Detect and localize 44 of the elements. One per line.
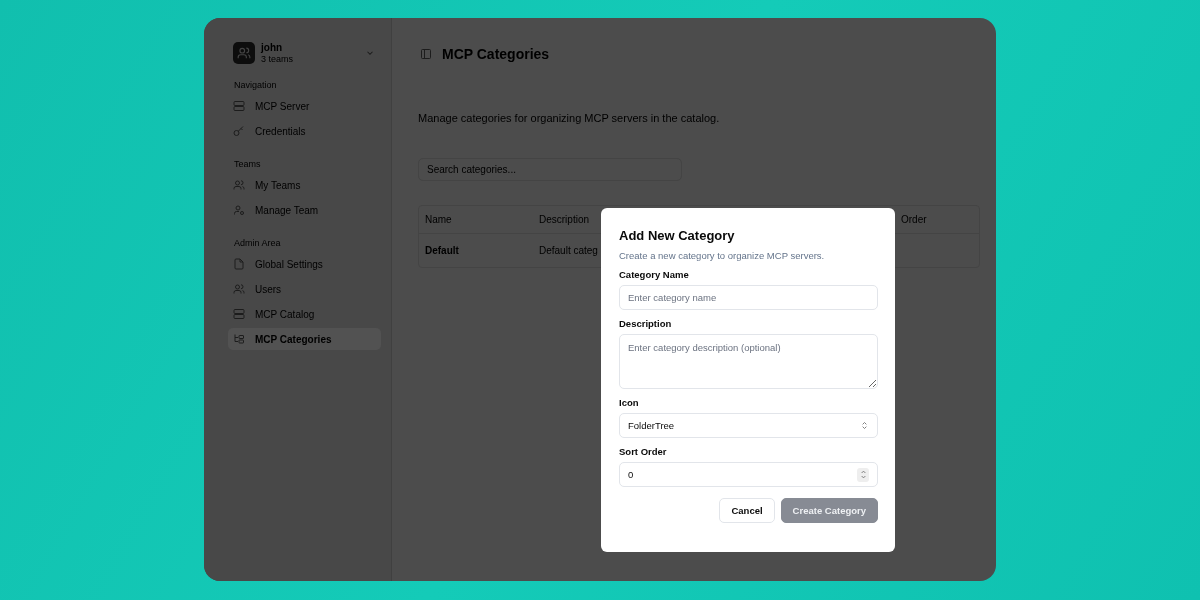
server-icon [233,308,245,320]
section-label: Navigation [234,80,278,90]
users-icon [233,179,245,191]
section-label: Admin Area [234,238,282,248]
sidebar-item[interactable]: Manage Team [228,199,381,221]
section-label: Teams [234,159,262,169]
table-cell-text: Default [424,245,459,256]
search-field[interactable]: Search categories... [418,158,682,181]
user-cog-icon [233,204,245,216]
number-field[interactable]: 0 [619,462,878,487]
field-label: Sort Order [619,446,667,457]
sidebar-item[interactable]: My Teams [228,174,381,196]
select-field[interactable]: FolderTree [619,413,878,438]
field-label: Category Name [619,269,689,280]
spinner-icon[interactable] [857,467,869,482]
dialog-subtitle: Create a new category to organize MCP servers. [619,250,825,261]
users-icon [233,283,245,295]
sidebar-item[interactable]: Global Settings [228,253,381,275]
table-cell-text: Default categ [538,245,598,256]
input-field[interactable]: Enter category name [619,285,878,310]
column-header: Name [424,214,452,225]
team-count: 3 teams [261,54,294,64]
textarea-field[interactable]: Enter category description (optional) [619,334,878,389]
page-title: MCP Categories [442,46,550,62]
sidebar-item[interactable]: MCP Categories [228,328,381,350]
column-header: Description [538,214,590,225]
chevron-updown-icon[interactable] [860,421,869,430]
column-header: Order [900,214,927,225]
field-label: Icon [619,397,639,408]
key-icon [233,125,245,137]
team-avatar[interactable] [233,42,255,64]
user-name: john [261,42,284,54]
sidebar-item[interactable]: Users [228,278,381,300]
folder-tree-icon [233,333,245,345]
dialog-title: Add New Category [619,228,735,243]
page-description: Manage categories for organizing MCP servers in the catalog. [418,112,721,124]
file-icon [233,258,245,270]
field-label: Description [619,318,672,329]
sidebar-item[interactable]: MCP Server [228,95,381,117]
cancel-button[interactable]: Cancel [719,498,775,523]
sidebar-toggle-icon[interactable] [420,48,432,60]
sidebar-item[interactable]: MCP Catalog [228,303,381,325]
sidebar-item[interactable]: Credentials [228,120,381,142]
server-icon [233,100,245,112]
